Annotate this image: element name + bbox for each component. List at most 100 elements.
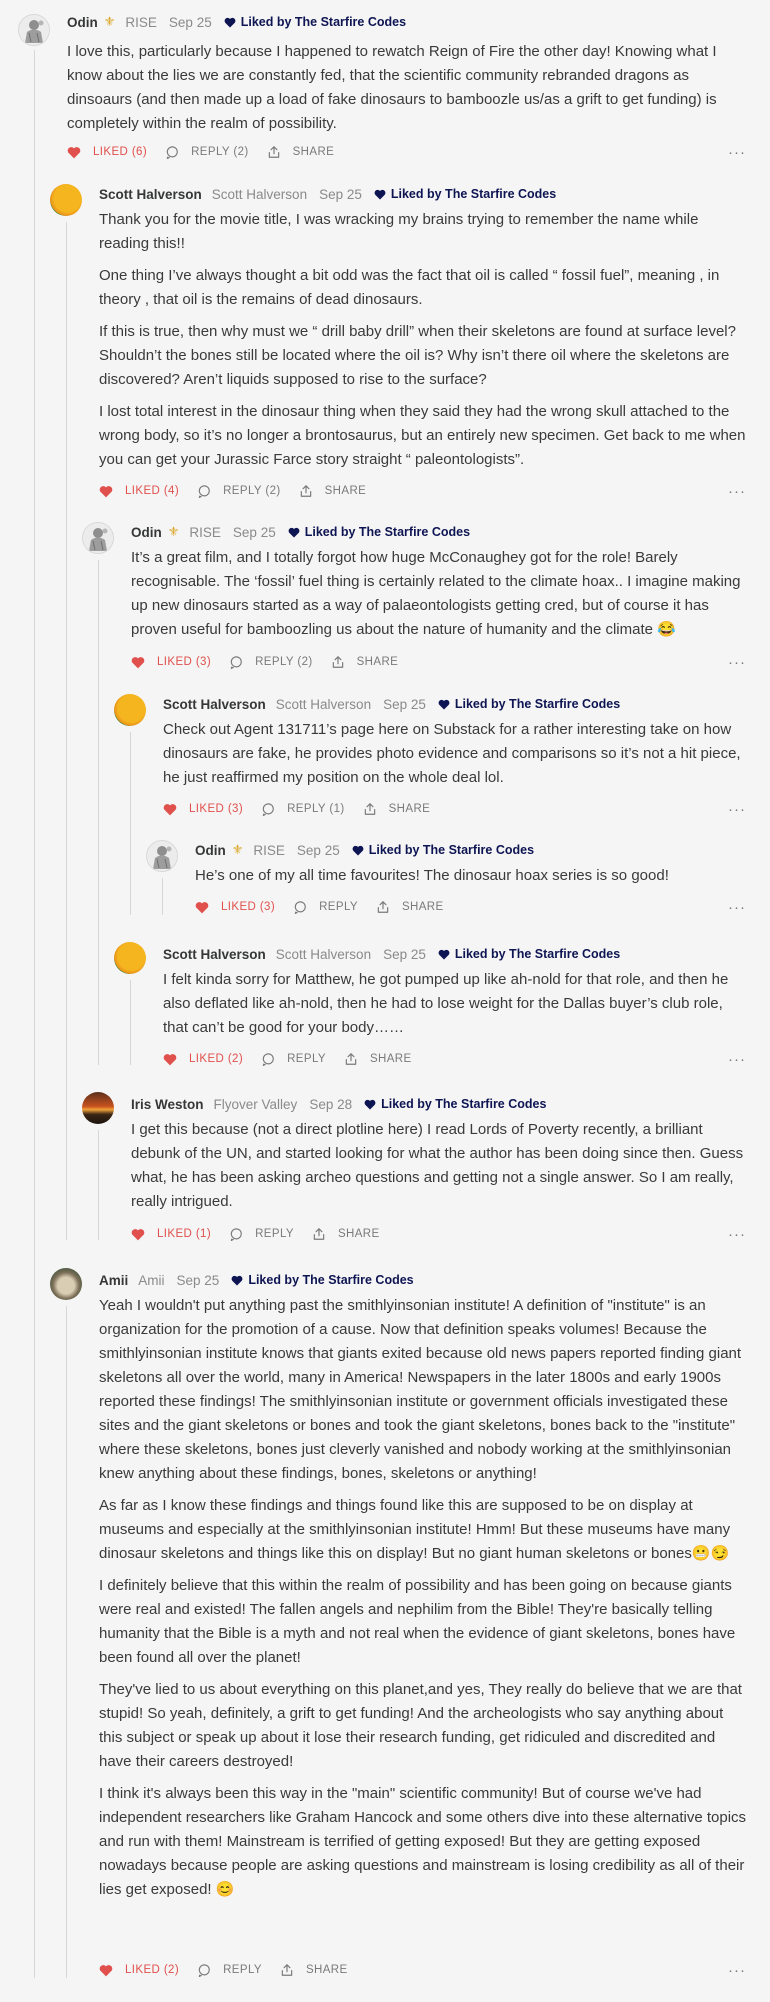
share-label: SHARE bbox=[292, 146, 335, 158]
like-button[interactable]: LIKED (3) bbox=[131, 656, 211, 669]
like-count-label: LIKED (6) bbox=[93, 146, 148, 158]
author-handle[interactable]: RISE bbox=[125, 15, 157, 30]
share-label: SHARE bbox=[388, 803, 431, 815]
comment-meta: Amii Amii Sep 25 Liked by The Starfire Code… bbox=[99, 1270, 414, 1290]
avatar[interactable] bbox=[50, 1268, 82, 1300]
comment-date[interactable]: Sep 28 bbox=[309, 1097, 352, 1112]
avatar[interactable] bbox=[18, 14, 50, 46]
author-handle[interactable]: Scott Halverson bbox=[276, 947, 371, 962]
reply-button[interactable]: REPLY bbox=[229, 1227, 294, 1241]
like-button[interactable]: LIKED (4) bbox=[99, 485, 179, 498]
avatar[interactable] bbox=[114, 694, 146, 726]
avatar[interactable] bbox=[114, 942, 146, 974]
comment-date[interactable]: Sep 25 bbox=[233, 525, 276, 540]
comment-body: Check out Agent 131711’s page here on Su… bbox=[163, 718, 749, 798]
avatar[interactable] bbox=[146, 840, 178, 872]
more-options-icon[interactable]: ··· bbox=[728, 144, 746, 161]
share-button[interactable]: SHARE bbox=[363, 802, 431, 816]
author-name[interactable]: Odin bbox=[67, 15, 98, 30]
share-label: SHARE bbox=[369, 1053, 412, 1065]
comment-date[interactable]: Sep 25 bbox=[383, 947, 426, 962]
more-options-icon[interactable]: ··· bbox=[728, 1051, 746, 1068]
fleur-de-lis-badge-icon: ⚜ bbox=[167, 524, 180, 539]
liked-by-label: Liked by The Starfire Codes bbox=[240, 15, 407, 29]
like-button[interactable]: LIKED (2) bbox=[99, 1964, 179, 1977]
author-handle[interactable]: RISE bbox=[189, 525, 221, 540]
more-options-icon[interactable]: ··· bbox=[728, 1226, 746, 1243]
share-label: SHARE bbox=[356, 656, 399, 668]
heart-icon bbox=[195, 901, 215, 914]
reply-button[interactable]: REPLY bbox=[261, 1052, 326, 1066]
heart-icon bbox=[67, 146, 87, 159]
comment-date[interactable]: Sep 25 bbox=[319, 187, 362, 202]
author-name[interactable]: Odin bbox=[195, 843, 226, 858]
author-name[interactable]: Odin bbox=[131, 525, 162, 540]
like-button[interactable]: LIKED (1) bbox=[131, 1228, 211, 1241]
author-handle[interactable]: Scott Halverson bbox=[276, 697, 371, 712]
more-options-icon[interactable]: ··· bbox=[728, 654, 746, 671]
like-count-label: LIKED (2) bbox=[189, 1053, 244, 1065]
comment-date[interactable]: Sep 25 bbox=[297, 843, 340, 858]
more-options-icon[interactable]: ··· bbox=[728, 1962, 746, 1979]
reply-button[interactable]: REPLY bbox=[197, 1963, 262, 1977]
thread-line[interactable] bbox=[98, 1130, 99, 1240]
author-name[interactable]: Amii bbox=[99, 1273, 128, 1288]
like-button[interactable]: LIKED (3) bbox=[195, 901, 275, 914]
share-button[interactable]: SHARE bbox=[280, 1963, 348, 1977]
like-count-label: LIKED (3) bbox=[221, 901, 276, 913]
thread-line[interactable] bbox=[98, 560, 99, 1065]
reply-button[interactable]: REPLY (2) bbox=[197, 484, 281, 498]
like-button[interactable]: LIKED (6) bbox=[67, 146, 147, 159]
avatar[interactable] bbox=[82, 522, 114, 554]
author-name[interactable]: Iris Weston bbox=[131, 1097, 204, 1112]
speech-bubble-icon bbox=[293, 900, 313, 914]
comment-date[interactable]: Sep 25 bbox=[383, 697, 426, 712]
comment-actions: LIKED (3) REPLY SHARE ··· bbox=[195, 897, 770, 917]
reply-label: REPLY (1) bbox=[287, 803, 345, 815]
thread-line[interactable] bbox=[130, 732, 131, 915]
reply-button[interactable]: REPLY (1) bbox=[261, 802, 345, 816]
thread-line[interactable] bbox=[66, 222, 67, 1240]
comment-meta: Iris Weston Flyover Valley Sep 28 Liked by … bbox=[131, 1094, 546, 1114]
avatar[interactable] bbox=[82, 1092, 114, 1124]
thread-line[interactable] bbox=[162, 878, 163, 915]
share-button[interactable]: SHARE bbox=[376, 900, 444, 914]
author-name[interactable]: Scott Halverson bbox=[163, 947, 266, 962]
comment-paragraph: I definitely believe that this within th… bbox=[99, 1577, 736, 1666]
liked-by-author: Liked by The Starfire Codes bbox=[224, 15, 406, 29]
more-options-icon[interactable]: ··· bbox=[728, 483, 746, 500]
author-handle[interactable]: Flyover Valley bbox=[214, 1097, 298, 1112]
author-name[interactable]: Scott Halverson bbox=[163, 697, 266, 712]
thread-line[interactable] bbox=[34, 50, 35, 1978]
avatar[interactable] bbox=[50, 184, 82, 216]
liked-by-author: Liked by The Starfire Codes bbox=[364, 1097, 546, 1111]
thread-line[interactable] bbox=[130, 980, 131, 1065]
like-button[interactable]: LIKED (3) bbox=[163, 803, 243, 816]
more-options-icon[interactable]: ··· bbox=[728, 801, 746, 818]
comment-paragraph: Thank you for the movie title, I was wra… bbox=[99, 211, 699, 252]
author-name[interactable]: Scott Halverson bbox=[99, 187, 202, 202]
author-handle[interactable]: Scott Halverson bbox=[212, 187, 307, 202]
author-handle[interactable]: RISE bbox=[253, 843, 285, 858]
share-button[interactable]: SHARE bbox=[312, 1227, 380, 1241]
share-button[interactable]: SHARE bbox=[331, 655, 399, 669]
reply-label: REPLY bbox=[223, 1964, 262, 1976]
comment-date[interactable]: Sep 25 bbox=[177, 1273, 220, 1288]
comment-date[interactable]: Sep 25 bbox=[169, 15, 212, 30]
more-options-icon[interactable]: ··· bbox=[728, 899, 746, 916]
comment-paragraph: I get this because (not a direct plotlin… bbox=[131, 1121, 744, 1210]
reply-button[interactable]: REPLY (2) bbox=[165, 145, 249, 159]
share-button[interactable]: SHARE bbox=[344, 1052, 412, 1066]
author-handle[interactable]: Amii bbox=[138, 1273, 164, 1288]
reply-button[interactable]: REPLY bbox=[293, 900, 358, 914]
share-button[interactable]: SHARE bbox=[267, 145, 335, 159]
share-label: SHARE bbox=[337, 1228, 380, 1240]
share-icon bbox=[267, 145, 287, 159]
like-button[interactable]: LIKED (2) bbox=[163, 1053, 243, 1066]
comment-paragraph: He’s one of my all time favourites! The … bbox=[195, 867, 669, 884]
share-icon bbox=[299, 484, 319, 498]
thread-line[interactable] bbox=[66, 1306, 67, 1978]
reply-button[interactable]: REPLY (2) bbox=[229, 655, 313, 669]
comment-body: It’s a great film, and I totally forgot … bbox=[131, 546, 749, 650]
share-button[interactable]: SHARE bbox=[299, 484, 367, 498]
